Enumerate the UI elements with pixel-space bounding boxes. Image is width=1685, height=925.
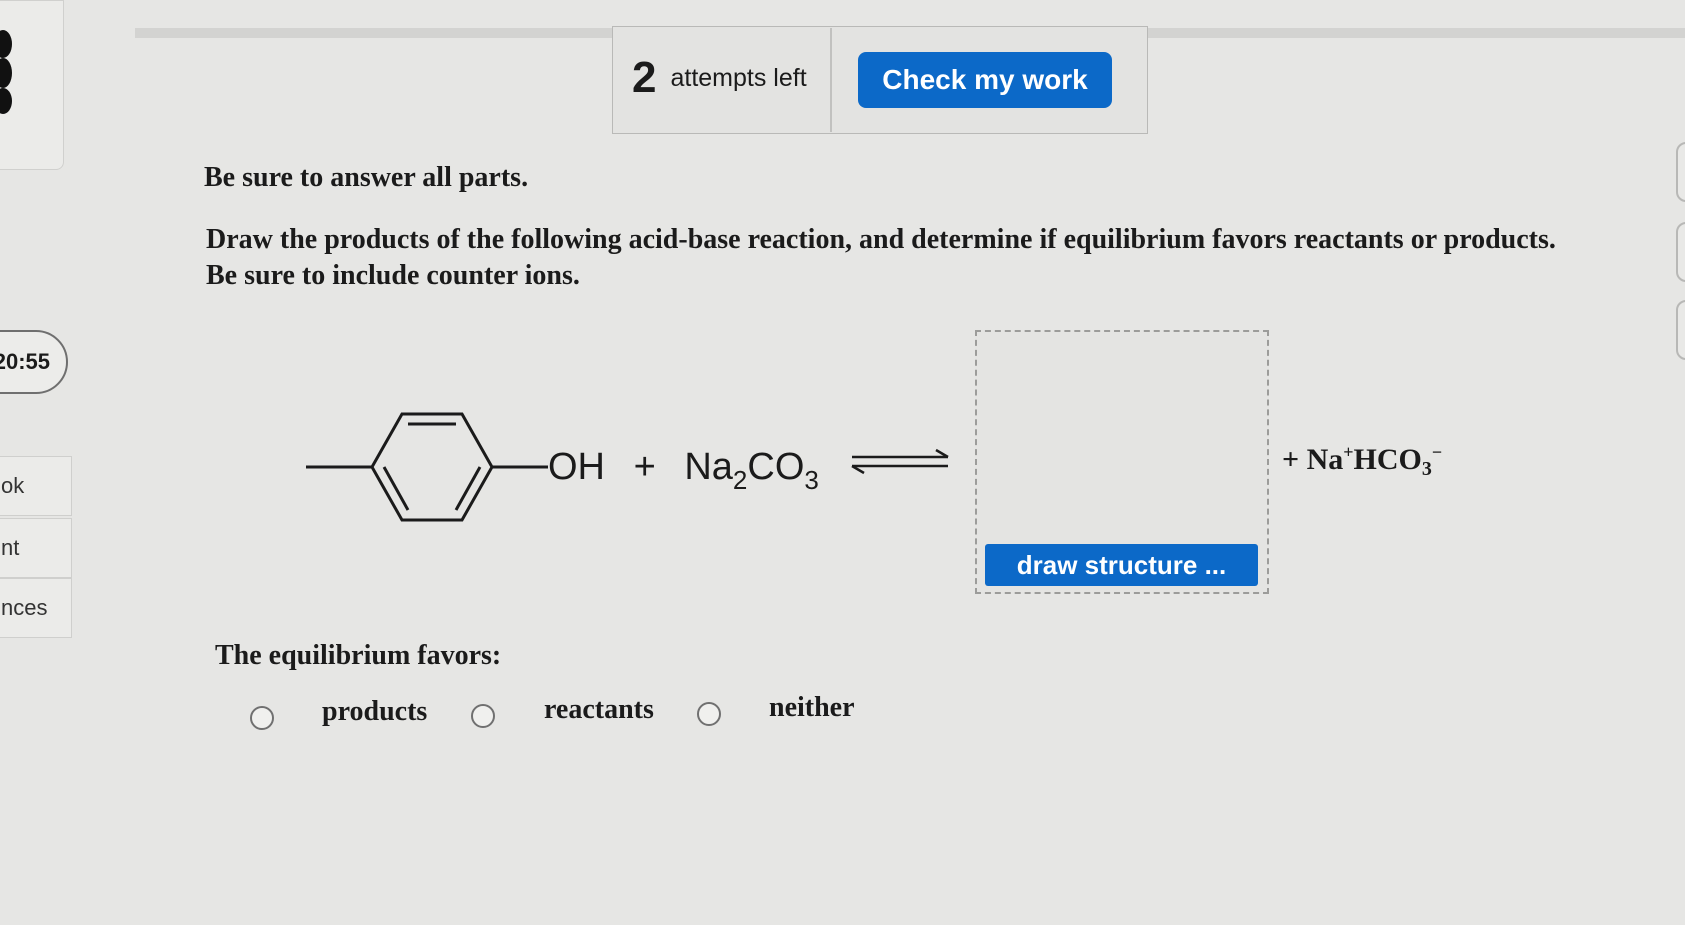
sodium-label: Na [684, 446, 733, 488]
subscript: 3 [804, 465, 819, 495]
check-my-work-button[interactable]: Check my work [858, 52, 1112, 108]
subscript: 3 [1421, 458, 1432, 480]
sidebar-top-card [0, 0, 64, 170]
byproduct-text: + Na+HCO3− [1282, 442, 1442, 481]
timer-display: 20:55 [0, 330, 68, 394]
radio-products[interactable] [250, 706, 274, 730]
right-edge-tab[interactable] [1676, 222, 1685, 282]
charge-superscript: + [1343, 442, 1354, 462]
sidebar-tab-references[interactable]: nces [0, 578, 72, 638]
radio-reactants[interactable] [471, 704, 495, 728]
sidebar-tab-print[interactable]: nt [0, 518, 72, 578]
p-cresol-structure [306, 412, 548, 522]
reactants-text: OH + Na2CO3 [548, 446, 819, 496]
question-text: Draw the products of the following acid-… [206, 224, 1556, 291]
charge-superscript: − [1431, 442, 1443, 462]
plus-sign: + [633, 446, 656, 488]
option-reactants-label[interactable]: reactants [544, 694, 654, 726]
sidebar-tab-label: nt [1, 535, 20, 560]
right-edge-tab[interactable] [1676, 142, 1685, 202]
attempts-label: attempts left [670, 63, 807, 92]
sidebar-tab-label: ok [1, 473, 25, 498]
equilibrium-arrows-icon [851, 448, 949, 475]
bicarbonate-label: HCO [1353, 443, 1422, 476]
subscript: 2 [732, 465, 748, 495]
attempts-count: 2 [632, 53, 657, 102]
sidebar-tab-ebook[interactable]: ok [0, 456, 72, 516]
instructions-text: Be sure to answer all parts. [204, 162, 529, 193]
right-edge-tab[interactable] [1676, 300, 1685, 360]
sidebar-tab-label: nces [1, 595, 48, 620]
attempts-indicator: 2 attempts left [632, 50, 807, 106]
hydroxyl-label: OH [548, 446, 605, 488]
carbonate-label: CO [747, 446, 805, 488]
timer-text: 20:55 [0, 349, 50, 374]
header-separator [830, 28, 832, 132]
draw-structure-button[interactable]: draw structure ... [985, 544, 1258, 586]
radio-neither[interactable] [697, 702, 721, 726]
option-products-label[interactable]: products [322, 696, 427, 728]
equilibrium-label: The equilibrium favors: [215, 640, 502, 671]
option-neither-label[interactable]: neither [769, 692, 855, 724]
plus-sodium: + Na [1282, 443, 1344, 476]
